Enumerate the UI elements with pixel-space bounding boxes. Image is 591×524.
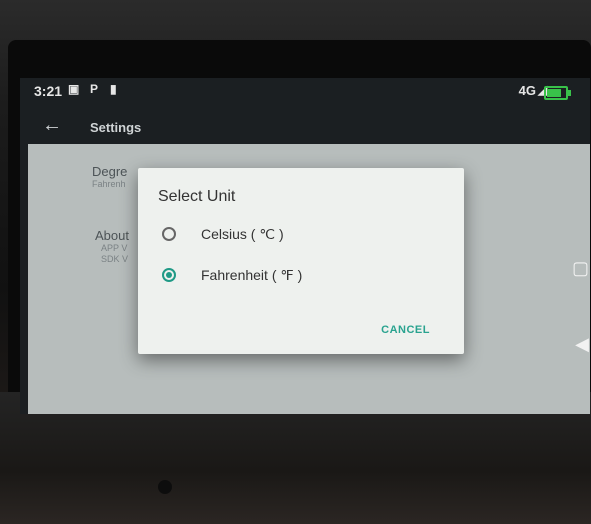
option-fahrenheit[interactable]: Fahrenheit ( ℉ )	[158, 265, 438, 289]
app-version-label: APP V	[101, 243, 128, 253]
message-icon: ▣	[68, 82, 80, 96]
arrow-left-icon[interactable]: ←	[42, 114, 62, 137]
select-unit-dialog: Select Unit Celsius ( ℃ ) Fahrenheit ( ℉…	[138, 168, 464, 354]
toolbar: ← Settings	[20, 106, 590, 144]
dialog-title: Select Unit	[158, 188, 236, 205]
option-celsius-label: Celsius ( ℃ )	[201, 226, 284, 242]
pref-degree[interactable]: Degre Fahrenh	[92, 164, 127, 190]
network-indicator: 4G	[518, 83, 536, 98]
nav-home-icon[interactable]: ▢	[572, 258, 589, 279]
battery-icon	[544, 86, 571, 100]
nav-back-icon[interactable]: ◀	[575, 334, 589, 355]
option-fahrenheit-label: Fahrenheit ( ℉ )	[201, 267, 303, 283]
status-time: 3:21	[34, 83, 63, 99]
cancel-button[interactable]: CANCEL	[381, 324, 430, 336]
pref-degree-value: Fahrenh	[92, 179, 126, 189]
sdk-version-label: SDK V	[101, 254, 129, 264]
status-bar: 3:21 ▣ P ▮ 4G ◢	[20, 78, 590, 106]
pref-about-title: About	[95, 228, 129, 243]
sim-icon: ▮	[110, 82, 117, 96]
option-celsius[interactable]: Celsius ( ℃ )	[158, 224, 438, 248]
radio-unchecked-icon[interactable]	[162, 227, 176, 241]
radio-checked-icon[interactable]	[162, 268, 176, 282]
pref-degree-title: Degre	[92, 164, 128, 179]
pref-about[interactable]: About APP V SDK V	[95, 228, 129, 265]
page-title: Settings	[90, 120, 142, 135]
device-screw-hole	[158, 480, 172, 494]
p-icon: P	[90, 82, 99, 96]
